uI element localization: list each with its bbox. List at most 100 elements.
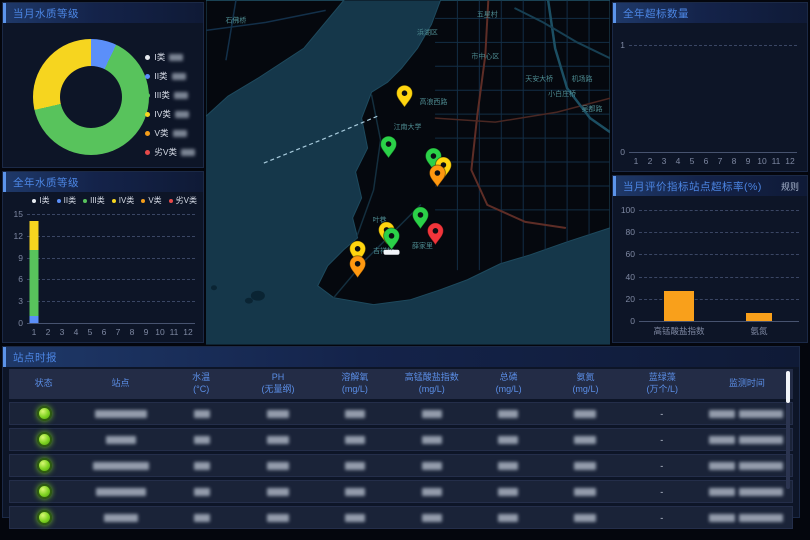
map-marker-green[interactable] [384, 228, 400, 255]
redacted-date [709, 514, 735, 522]
gridline [639, 232, 799, 233]
table-row[interactable]: - [9, 506, 793, 529]
value-cell [547, 488, 624, 496]
value-cell [163, 462, 240, 470]
panel-month-grade-header: 当月水质等级 [3, 3, 203, 23]
map-island [245, 298, 253, 304]
x-axis-tick: 7 [718, 152, 723, 166]
table-scrollbar-thumb[interactable] [786, 371, 790, 403]
table-row[interactable]: - [9, 454, 793, 477]
month-rate-chart[interactable]: 020406080100高锰酸盐指数氨氮 [639, 210, 799, 322]
legend-dot [145, 131, 150, 136]
year-exceed-chart[interactable]: 01123456789101112 [629, 45, 797, 153]
year-grade-chart[interactable]: 03691215123456789101112 [27, 214, 195, 324]
x-axis-tick: 9 [144, 323, 149, 337]
redacted-value [345, 436, 365, 444]
y-axis-tick: 100 [621, 205, 639, 215]
redacted-value [173, 130, 187, 137]
value-cell [240, 410, 317, 418]
column-label: 监测时间 [701, 378, 793, 390]
stacked-bar-segment[interactable] [30, 221, 39, 250]
rules-link[interactable]: 规则 [781, 180, 799, 193]
month-grade-donut-chart[interactable] [33, 39, 149, 155]
stacked-bar-legend: I类II类III类IV类V类劣V类 [32, 195, 197, 206]
map-street-label: 天安大桥 [525, 74, 553, 83]
legend-label: 劣V类 [176, 195, 197, 206]
pin-hole [435, 170, 441, 176]
column-header: 氨氮(mg/L) [547, 372, 624, 395]
table-row[interactable]: - [9, 428, 793, 451]
stacked-bar-segment[interactable] [30, 250, 39, 315]
y-axis-tick: 0 [630, 316, 639, 326]
pin-hole [418, 212, 424, 218]
redacted-value [267, 514, 289, 522]
legend-label: II类 [154, 70, 167, 82]
redacted-value [345, 514, 365, 522]
value-cell [470, 462, 547, 470]
pin-hole [431, 153, 437, 159]
y-axis-tick: 12 [14, 231, 27, 241]
status-cell [10, 432, 79, 447]
redacted-value [422, 462, 442, 470]
map-island [251, 291, 265, 301]
time-cell [700, 436, 792, 444]
redacted-date [709, 436, 735, 444]
column-label: 水温 [163, 372, 240, 384]
redacted-value [267, 436, 289, 444]
legend-label: I类 [154, 51, 165, 63]
station-map[interactable]: 石佛桥五星村浜湖区市中心区天安大桥机场路小白庄桥高浪西路吴都路江南大学叶巷吉祥桥… [206, 0, 610, 345]
column-header: 总磷(mg/L) [470, 372, 547, 395]
map-street-label: 五星村 [477, 9, 498, 18]
value-cell [163, 436, 240, 444]
pin-hole [355, 246, 361, 252]
value-cell [393, 514, 470, 522]
gridline [639, 299, 799, 300]
redacted-station-name [96, 488, 146, 496]
redacted-value [345, 462, 365, 470]
column-label: 高锰酸盐指数 [393, 372, 470, 384]
station-table-header: 站点时报 [3, 347, 799, 367]
gridline [27, 258, 195, 259]
x-axis-tick: 6 [102, 323, 107, 337]
map-street-label: 小白庄桥 [548, 89, 576, 98]
panel-month-rate-header: 当月评价指标站点超标率(%) 规则 [613, 176, 807, 196]
value-cell [393, 410, 470, 418]
redacted-value [574, 410, 596, 418]
value-cell [240, 514, 317, 522]
x-axis-tick: 4 [74, 323, 79, 337]
legend-item: II类 [145, 70, 195, 82]
legend-item: II类 [57, 195, 76, 206]
station-cell [79, 410, 163, 418]
panel-station-table: 站点时报 状态站点水温(°C)PH(无量纲)溶解氧(mg/L)高锰酸盐指数(mg… [2, 346, 800, 518]
redacted-value [172, 73, 186, 80]
pin-hole [389, 233, 395, 239]
stacked-bar-segment[interactable] [30, 316, 39, 323]
x-axis-tick: 5 [88, 323, 93, 337]
algae-cell: - [623, 435, 700, 445]
column-label: 蓝绿藻 [624, 372, 701, 384]
table-row[interactable]: - [9, 402, 793, 425]
redacted-date [709, 410, 735, 418]
value-cell [163, 410, 240, 418]
y-axis-tick: 20 [626, 294, 639, 304]
value-cell [470, 514, 547, 522]
time-cell [700, 462, 792, 470]
redacted-value [574, 514, 596, 522]
table-header-row: 状态站点水温(°C)PH(无量纲)溶解氧(mg/L)高锰酸盐指数(mg/L)总磷… [9, 369, 793, 399]
legend-item: V类 [145, 127, 195, 139]
legend-label: V类 [148, 195, 161, 206]
value-cell [163, 488, 240, 496]
value-cell [393, 488, 470, 496]
redacted-value [422, 436, 442, 444]
panel-month-grade: 当月水质等级 I类II类III类IV类V类劣V类 [2, 2, 204, 168]
redacted-time [739, 514, 783, 522]
redacted-value [345, 410, 365, 418]
redacted-value [194, 514, 210, 522]
legend-dot [145, 74, 150, 79]
column-unit: (万个/L) [624, 384, 701, 396]
rate-bar[interactable] [664, 291, 694, 321]
table-row[interactable]: - [9, 480, 793, 503]
table-scrollbar[interactable] [786, 371, 790, 489]
legend-item: 劣V类 [169, 195, 197, 206]
rate-bar[interactable] [746, 313, 772, 321]
